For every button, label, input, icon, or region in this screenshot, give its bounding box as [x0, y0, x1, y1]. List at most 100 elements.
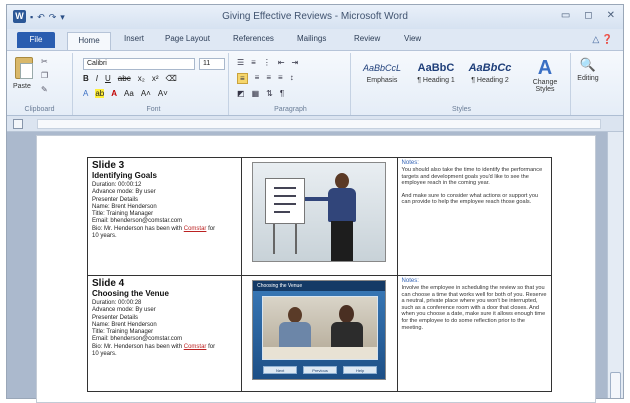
sort-icon[interactable]: ⇅ — [266, 89, 273, 98]
tab-page-layout[interactable]: Page Layout — [165, 34, 210, 43]
slide-number: Slide 4 — [92, 278, 125, 289]
subscript-icon[interactable]: x₂ — [138, 74, 145, 83]
tab-view[interactable]: View — [404, 34, 421, 43]
misspelled-word[interactable]: Comstar — [184, 226, 207, 232]
table-row: Slide 4 Choosing the Venue Duration: 00:… — [87, 275, 553, 392]
notes-paragraph: You should also take the time to identif… — [401, 167, 543, 187]
decrease-indent-icon[interactable]: ⇤ — [278, 58, 285, 67]
text-effects-icon[interactable]: A — [83, 89, 88, 98]
clipboard-group: Paste ✂ ❐ ✎ Clipboard — [7, 53, 73, 115]
change-styles-button[interactable]: A Change Styles — [525, 57, 565, 93]
change-case-icon[interactable]: Aa — [124, 89, 134, 98]
change-styles-label: Change Styles — [532, 79, 558, 93]
bio-text: for — [206, 225, 216, 232]
bio-text: Bio: Mr. Henderson has been with — [92, 343, 183, 350]
notes-cell[interactable]: Notes: You should also take the time to … — [396, 157, 553, 276]
strikethrough-icon[interactable]: abc — [118, 74, 131, 83]
borders-icon[interactable]: ▦ — [252, 89, 260, 98]
slide-title: Choosing the Venue — [92, 289, 169, 298]
help-icon[interactable]: △ ❓ — [592, 34, 613, 45]
justify-icon[interactable]: ≡ — [278, 73, 283, 84]
font-size-box[interactable]: 11 — [199, 58, 225, 70]
bullets-icon[interactable]: ☰ — [237, 58, 244, 67]
meta-line: Advance mode: By user — [92, 189, 156, 196]
multilevel-list-icon[interactable]: ⋮ — [263, 58, 271, 67]
italic-icon[interactable]: I — [96, 74, 98, 83]
numbering-icon[interactable]: ≡ — [251, 58, 256, 67]
flipchart-image — [265, 178, 306, 224]
tab-insert[interactable]: Insert — [124, 34, 144, 43]
horizontal-ruler[interactable] — [37, 119, 601, 129]
meta-line: 10 years. — [92, 351, 117, 358]
table-row: Slide 3 Identifying Goals Duration: 00:0… — [87, 157, 553, 276]
style-name: Emphasis — [366, 77, 398, 84]
copy-icon[interactable]: ❐ — [41, 71, 48, 80]
style-emphasis[interactable]: AaBbCcL Emphasis — [357, 59, 407, 95]
tab-review[interactable]: Review — [354, 34, 380, 43]
maximize-icon[interactable]: ◻ — [584, 10, 592, 21]
notes-label: Notes: — [401, 278, 419, 284]
show-marks-icon[interactable]: ¶ — [280, 89, 284, 98]
ribbon-tabs: File Home Insert Page Layout References … — [7, 29, 623, 51]
font-name-box[interactable]: Calibri — [83, 58, 195, 70]
title-bar: W ▪ ↶ ↷ ▾ Giving Effective Reviews - Mic… — [7, 5, 623, 29]
highlight-icon[interactable]: ab — [95, 89, 105, 98]
slide-title: Identifying Goals — [92, 171, 157, 180]
paste-icon[interactable] — [15, 57, 33, 79]
meta-line: Name: Brent Henderson — [92, 203, 157, 210]
misspelled-word[interactable]: Comstar — [184, 344, 207, 350]
tab-references[interactable]: References — [233, 34, 274, 43]
align-left-icon[interactable]: ≡ — [237, 73, 248, 84]
styles-group: AaBbCcL Emphasis AaBbC ¶ Heading 1 AaBbC… — [353, 53, 571, 115]
align-right-icon[interactable]: ≡ — [266, 73, 271, 84]
font-color-icon[interactable]: A — [111, 89, 117, 98]
slide-button: Previous — [303, 366, 338, 374]
align-center-icon[interactable]: ≡ — [255, 73, 260, 84]
style-sample: AaBbCcL — [362, 63, 402, 73]
slides-table: Slide 3 Identifying Goals Duration: 00:0… — [87, 157, 553, 392]
style-heading-1[interactable]: AaBbC ¶ Heading 1 — [411, 59, 461, 95]
meta-line: Title: Training Manager — [92, 329, 154, 336]
editing-label: Editing — [577, 75, 599, 82]
document-page[interactable]: Slide 3 Identifying Goals Duration: 00:0… — [36, 135, 596, 403]
vertical-scrollbar[interactable] — [607, 132, 623, 398]
slide-info-cell[interactable]: Slide 4 Choosing the Venue Duration: 00:… — [87, 275, 242, 392]
superscript-icon[interactable]: x² — [152, 74, 159, 83]
close-icon[interactable]: ✕ — [607, 10, 615, 21]
tab-file[interactable]: File — [17, 32, 55, 48]
scrollbar-thumb[interactable] — [610, 372, 621, 398]
slide-number: Slide 3 — [92, 160, 125, 171]
slide-button: Next — [263, 366, 298, 374]
notes-cell[interactable]: Notes: Involve the employee in schedulin… — [396, 275, 553, 392]
slide-thumbnail-cell[interactable] — [240, 157, 398, 276]
style-name: ¶ Heading 2 — [471, 77, 509, 84]
binoculars-icon: 🔍 — [579, 57, 597, 72]
shrink-font-icon[interactable]: A˅ — [158, 89, 168, 98]
notes-paragraph: Involve the employee in scheduling the r… — [401, 285, 547, 331]
slide-info-cell[interactable]: Slide 3 Identifying Goals Duration: 00:0… — [87, 157, 242, 276]
minimize-icon[interactable]: ▭ — [561, 10, 570, 21]
presenter-image — [305, 173, 359, 261]
bold-icon[interactable]: B — [83, 74, 89, 83]
style-heading-2[interactable]: AaBbCc ¶ Heading 2 — [465, 59, 515, 95]
meta-line: Presenter Details — [92, 196, 139, 203]
meta-line: Name: Brent Henderson — [92, 321, 157, 328]
shading-icon[interactable]: ◩ — [237, 89, 245, 98]
paragraph-group-label: Paragraph — [274, 106, 307, 113]
cut-icon[interactable]: ✂ — [41, 57, 48, 66]
increase-indent-icon[interactable]: ⇥ — [292, 58, 299, 67]
clear-formatting-icon[interactable]: ⌫ — [165, 74, 176, 83]
tab-selector-icon[interactable] — [13, 119, 23, 129]
font-group: Calibri 11 B I U abc x₂ x² ⌫ A ab A Aa A… — [79, 53, 229, 115]
grow-font-icon[interactable]: A˄ — [141, 89, 151, 98]
format-painter-icon[interactable]: ✎ — [41, 85, 48, 94]
styles-group-label: Styles — [451, 106, 472, 113]
editing-button[interactable]: 🔍 Editing — [573, 55, 603, 82]
slide-thumbnail-cell[interactable]: Choosing the Venue Next Previous Help — [240, 275, 398, 392]
bio-line: Bio: Mr. Henderson has been with Comstar… — [92, 344, 237, 351]
tab-home[interactable]: Home — [67, 32, 111, 51]
line-spacing-icon[interactable]: ↕ — [290, 73, 294, 84]
tab-mailings[interactable]: Mailings — [297, 34, 326, 43]
paste-button-label[interactable]: Paste — [13, 83, 31, 90]
underline-icon[interactable]: U — [105, 74, 111, 83]
